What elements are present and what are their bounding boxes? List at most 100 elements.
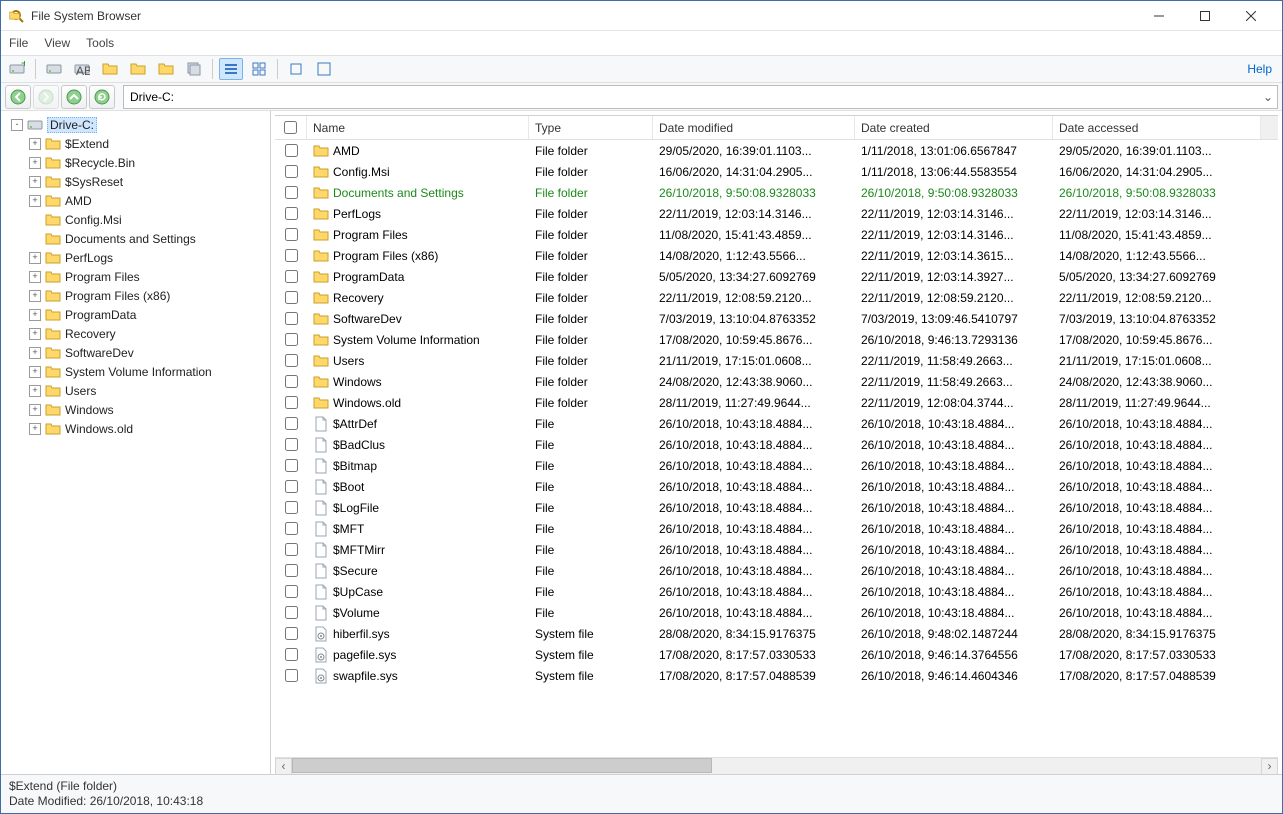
- nav-refresh-button[interactable]: [89, 85, 115, 109]
- nav-up-button[interactable]: [61, 85, 87, 109]
- tool-stack-button[interactable]: [182, 58, 206, 80]
- list-body[interactable]: AMDFile folder29/05/2020, 16:39:01.1103.…: [275, 140, 1278, 757]
- tree-node[interactable]: +Windows.old: [3, 419, 268, 438]
- row-checkbox[interactable]: [285, 228, 298, 241]
- maximize-button[interactable]: [1182, 1, 1228, 31]
- close-button[interactable]: [1228, 1, 1274, 31]
- column-date-accessed[interactable]: Date accessed: [1053, 116, 1278, 139]
- row-checkbox[interactable]: [285, 564, 298, 577]
- expander-icon[interactable]: +: [29, 176, 41, 188]
- row-checkbox[interactable]: [285, 480, 298, 493]
- row-checkbox[interactable]: [285, 648, 298, 661]
- folder-tree[interactable]: -Drive-C:+$Extend+$Recycle.Bin+$SysReset…: [1, 111, 271, 774]
- table-row[interactable]: Documents and SettingsFile folder26/10/2…: [275, 182, 1278, 203]
- row-checkbox[interactable]: [285, 417, 298, 430]
- table-row[interactable]: Config.MsiFile folder16/06/2020, 14:31:0…: [275, 161, 1278, 182]
- expander-icon[interactable]: +: [29, 366, 41, 378]
- row-checkbox[interactable]: [285, 165, 298, 178]
- scroll-left-button[interactable]: ‹: [275, 758, 292, 775]
- table-row[interactable]: AMDFile folder29/05/2020, 16:39:01.1103.…: [275, 140, 1278, 161]
- tool-folder1-button[interactable]: [98, 58, 122, 80]
- table-row[interactable]: WindowsFile folder24/08/2020, 12:43:38.9…: [275, 371, 1278, 392]
- tree-node[interactable]: +Program Files: [3, 267, 268, 286]
- row-checkbox[interactable]: [285, 459, 298, 472]
- tree-node[interactable]: +$Extend: [3, 134, 268, 153]
- view-medium-button[interactable]: [284, 58, 308, 80]
- row-checkbox[interactable]: [285, 291, 298, 304]
- table-row[interactable]: Program Files (x86)File folder14/08/2020…: [275, 245, 1278, 266]
- expander-icon[interactable]: +: [29, 290, 41, 302]
- table-row[interactable]: $AttrDefFile26/10/2018, 10:43:18.4884...…: [275, 413, 1278, 434]
- tree-node[interactable]: +$SysReset: [3, 172, 268, 191]
- table-row[interactable]: $BootFile26/10/2018, 10:43:18.4884...26/…: [275, 476, 1278, 497]
- expander-icon[interactable]: -: [11, 119, 23, 131]
- tree-node[interactable]: Documents and Settings: [3, 229, 268, 248]
- row-checkbox[interactable]: [285, 249, 298, 262]
- tree-node[interactable]: +AMD: [3, 191, 268, 210]
- table-row[interactable]: $MFTFile26/10/2018, 10:43:18.4884...26/1…: [275, 518, 1278, 539]
- row-checkbox[interactable]: [285, 501, 298, 514]
- row-checkbox[interactable]: [285, 207, 298, 220]
- tree-node[interactable]: +ProgramData: [3, 305, 268, 324]
- expander-icon[interactable]: +: [29, 157, 41, 169]
- expander-icon[interactable]: +: [29, 423, 41, 435]
- add-drive-button[interactable]: +: [5, 58, 29, 80]
- table-row[interactable]: PerfLogsFile folder22/11/2019, 12:03:14.…: [275, 203, 1278, 224]
- tree-node[interactable]: +Users: [3, 381, 268, 400]
- tool-folder2-button[interactable]: [126, 58, 150, 80]
- table-row[interactable]: SoftwareDevFile folder7/03/2019, 13:10:0…: [275, 308, 1278, 329]
- tree-node[interactable]: +Windows: [3, 400, 268, 419]
- row-checkbox[interactable]: [285, 333, 298, 346]
- row-checkbox[interactable]: [285, 438, 298, 451]
- view-grid-button[interactable]: [247, 58, 271, 80]
- table-row[interactable]: $BadClusFile26/10/2018, 10:43:18.4884...…: [275, 434, 1278, 455]
- expander-icon[interactable]: +: [29, 252, 41, 264]
- tree-node[interactable]: +PerfLogs: [3, 248, 268, 267]
- menu-file[interactable]: File: [9, 36, 28, 50]
- column-type[interactable]: Type: [529, 116, 653, 139]
- tree-node[interactable]: +System Volume Information: [3, 362, 268, 381]
- tree-node[interactable]: +$Recycle.Bin: [3, 153, 268, 172]
- row-checkbox[interactable]: [285, 270, 298, 283]
- help-link[interactable]: Help: [1247, 62, 1278, 76]
- table-row[interactable]: $MFTMirrFile26/10/2018, 10:43:18.4884...…: [275, 539, 1278, 560]
- expander-icon[interactable]: +: [29, 195, 41, 207]
- row-checkbox[interactable]: [285, 543, 298, 556]
- row-checkbox[interactable]: [285, 375, 298, 388]
- expander-icon[interactable]: +: [29, 347, 41, 359]
- row-checkbox[interactable]: [285, 522, 298, 535]
- row-checkbox[interactable]: [285, 144, 298, 157]
- path-input[interactable]: Drive-C: ⌄: [123, 85, 1278, 109]
- row-checkbox[interactable]: [285, 669, 298, 682]
- tool-abc-button[interactable]: ABC: [70, 58, 94, 80]
- view-large-button[interactable]: [312, 58, 336, 80]
- scroll-right-button[interactable]: ›: [1261, 758, 1278, 775]
- scroll-track[interactable]: [292, 758, 1261, 775]
- select-all-checkbox[interactable]: [284, 121, 297, 134]
- row-checkbox[interactable]: [285, 186, 298, 199]
- column-checkbox[interactable]: [275, 116, 307, 139]
- table-row[interactable]: $UpCaseFile26/10/2018, 10:43:18.4884...2…: [275, 581, 1278, 602]
- table-row[interactable]: $SecureFile26/10/2018, 10:43:18.4884...2…: [275, 560, 1278, 581]
- table-row[interactable]: UsersFile folder21/11/2019, 17:15:01.060…: [275, 350, 1278, 371]
- table-row[interactable]: Program FilesFile folder11/08/2020, 15:4…: [275, 224, 1278, 245]
- column-name[interactable]: Name: [307, 116, 529, 139]
- table-row[interactable]: $BitmapFile26/10/2018, 10:43:18.4884...2…: [275, 455, 1278, 476]
- row-checkbox[interactable]: [285, 312, 298, 325]
- table-row[interactable]: Windows.oldFile folder28/11/2019, 11:27:…: [275, 392, 1278, 413]
- horizontal-scrollbar[interactable]: ‹ ›: [275, 757, 1278, 774]
- table-row[interactable]: RecoveryFile folder22/11/2019, 12:08:59.…: [275, 287, 1278, 308]
- menu-view[interactable]: View: [44, 36, 70, 50]
- minimize-button[interactable]: [1136, 1, 1182, 31]
- nav-back-button[interactable]: [5, 85, 31, 109]
- expander-icon[interactable]: +: [29, 309, 41, 321]
- tree-node[interactable]: +Recovery: [3, 324, 268, 343]
- scroll-thumb[interactable]: [292, 758, 712, 773]
- table-row[interactable]: $VolumeFile26/10/2018, 10:43:18.4884...2…: [275, 602, 1278, 623]
- column-date-created[interactable]: Date created: [855, 116, 1053, 139]
- row-checkbox[interactable]: [285, 396, 298, 409]
- row-checkbox[interactable]: [285, 354, 298, 367]
- tree-node[interactable]: -Drive-C:: [3, 115, 268, 134]
- expander-icon[interactable]: +: [29, 404, 41, 416]
- table-row[interactable]: swapfile.sysSystem file17/08/2020, 8:17:…: [275, 665, 1278, 686]
